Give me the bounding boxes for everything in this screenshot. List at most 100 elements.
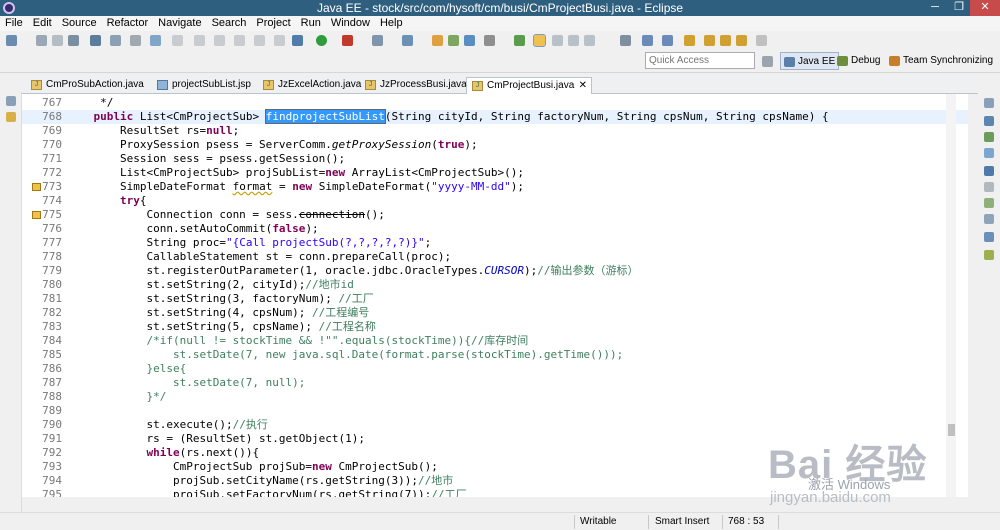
history-back-icon[interactable] [736,35,747,46]
code-line: 779 st.registerOutParameter(1, oracle.jd… [42,264,639,277]
new-java-project-icon[interactable] [432,35,443,46]
mark-occurrences-icon[interactable] [533,34,546,47]
close-button[interactable]: ✕ [970,0,1000,16]
new-server-icon[interactable] [372,35,383,46]
tab-jzprocessbusi[interactable]: J JzProcessBusi.java [360,77,472,94]
tab-jzexcelaction[interactable]: J JzExcelAction.java [258,77,370,94]
menu-help[interactable]: Help [375,16,408,29]
block-selection-icon[interactable] [584,35,595,46]
perspective-debug[interactable]: Debug [834,52,883,70]
web-browser-icon[interactable] [402,35,413,46]
menu-source[interactable]: Source [57,16,102,29]
menu-project[interactable]: Project [251,16,295,29]
data-source-icon[interactable] [984,198,994,208]
menu-run[interactable]: Run [296,16,326,29]
code-line: 788 }*/ [42,390,167,403]
suspend-icon[interactable] [234,35,245,46]
redo-icon[interactable] [194,35,205,46]
menu-file[interactable]: File [0,16,28,29]
console-view-icon[interactable] [984,232,994,242]
pin-editor-icon[interactable] [756,35,767,46]
run-icon[interactable] [316,35,327,46]
task-list-icon[interactable] [984,132,994,142]
status-cursor-position: 768 : 53 [728,516,765,527]
code-line: 786 }else{ [42,362,187,375]
menu-bar: File Edit Source Refactor Navigate Search Proj… [0,16,1000,31]
problems-icon[interactable] [984,148,994,158]
menu-window[interactable]: Window [326,16,375,29]
search-view-icon[interactable] [984,250,994,260]
annotation-prev-icon[interactable] [662,35,673,46]
step-icon[interactable] [274,35,285,46]
console-icon[interactable] [620,35,631,46]
selected-method-name: findprojectSubList [264,109,386,124]
team-sync-icon [889,56,900,66]
word-wrap-icon[interactable] [552,35,563,46]
jsp-file-icon [157,80,168,90]
tab-projectsublist-jsp[interactable]: projectSubList.jsp [152,77,264,94]
new-package-icon[interactable] [448,35,459,46]
perspective-bar: Quick Access Java EE Debug Team Synchron… [0,51,1000,73]
open-type-icon[interactable] [110,35,121,46]
java-ee-icon [784,57,795,67]
external-tools-icon[interactable] [342,35,353,46]
code-line-current: 768 public List<CmProjectSub> findprojec… [22,109,968,124]
code-line: 785 st.setDate(7, new java.sql.Date(form… [42,348,624,361]
restore-icon[interactable] [6,96,16,106]
snippets-icon[interactable] [984,214,994,224]
close-tab-icon[interactable]: ✕ [579,78,587,94]
terminate-icon[interactable] [254,35,265,46]
code-line: 781 st.setString(3, factoryNum); //工厂 [42,292,374,305]
code-line: 777 String proc="{Call projectSub(?,?,?,… [42,236,432,249]
menu-navigate[interactable]: Navigate [153,16,206,29]
code-line: 783 st.setString(5, cpsName); //工程名称 [42,320,376,333]
open-task-icon[interactable] [484,35,495,46]
undo-icon[interactable] [172,35,183,46]
code-line: 769 ResultSet rs=null; [42,124,240,137]
save-all-icon[interactable] [52,35,63,46]
toggle-mark-icon[interactable] [90,35,101,46]
tab-cmprosubaction[interactable]: J CmProSubAction.java [26,77,150,94]
search-icon[interactable] [514,35,525,46]
print-icon[interactable] [68,35,79,46]
save-icon[interactable] [36,35,47,46]
menu-refactor[interactable]: Refactor [102,16,154,29]
perspective-java-ee[interactable]: Java EE [780,52,840,70]
project-explorer-icon[interactable] [6,112,16,122]
maximize-button[interactable]: ❐ [946,0,972,16]
code-line: 787 st.setDate(7, null); [42,376,306,389]
properties-icon[interactable] [984,182,994,192]
right-trim-stack [978,92,1000,512]
code-line: 780 st.setString(2, cityId);//地市id [42,278,354,291]
editor-vertical-scrollbar[interactable] [946,94,956,497]
new-icon[interactable] [6,35,17,46]
new-class-icon[interactable] [464,35,475,46]
last-edit-icon[interactable] [684,35,695,46]
back-icon[interactable] [704,35,715,46]
server-icon[interactable] [292,35,303,46]
java-file-icon: J [263,80,274,90]
task-icon[interactable] [130,35,141,46]
menu-search[interactable]: Search [207,16,252,29]
scrollbar-thumb[interactable] [948,424,955,436]
annotation-next-icon[interactable] [642,35,653,46]
restore-right-icon[interactable] [984,98,994,108]
menu-edit[interactable]: Edit [28,16,57,29]
quick-access-input[interactable]: Quick Access [645,52,755,69]
debug-icon [837,56,848,66]
status-bar: Writable Smart Insert 768 : 53 [0,512,1000,530]
show-whitespace-icon[interactable] [568,35,579,46]
servers-icon[interactable] [984,166,994,176]
forward-icon[interactable] [720,35,731,46]
left-trim-stack [0,92,22,512]
code-line: 774 try{ [42,194,147,207]
status-writable: Writable [580,516,617,527]
tab-cmprojectbusi[interactable]: J CmProjectBusi.java ✕ [466,77,592,94]
skip-icon[interactable] [214,35,225,46]
link-icon[interactable] [150,35,161,46]
code-line: 775 Connection conn = sess.connection(); [22,208,968,222]
outline-icon[interactable] [984,116,994,126]
minimize-button[interactable]: ─ [922,0,948,16]
open-perspective-icon[interactable] [762,56,773,67]
perspective-team-synchronizing[interactable]: Team Synchronizing [886,52,996,70]
